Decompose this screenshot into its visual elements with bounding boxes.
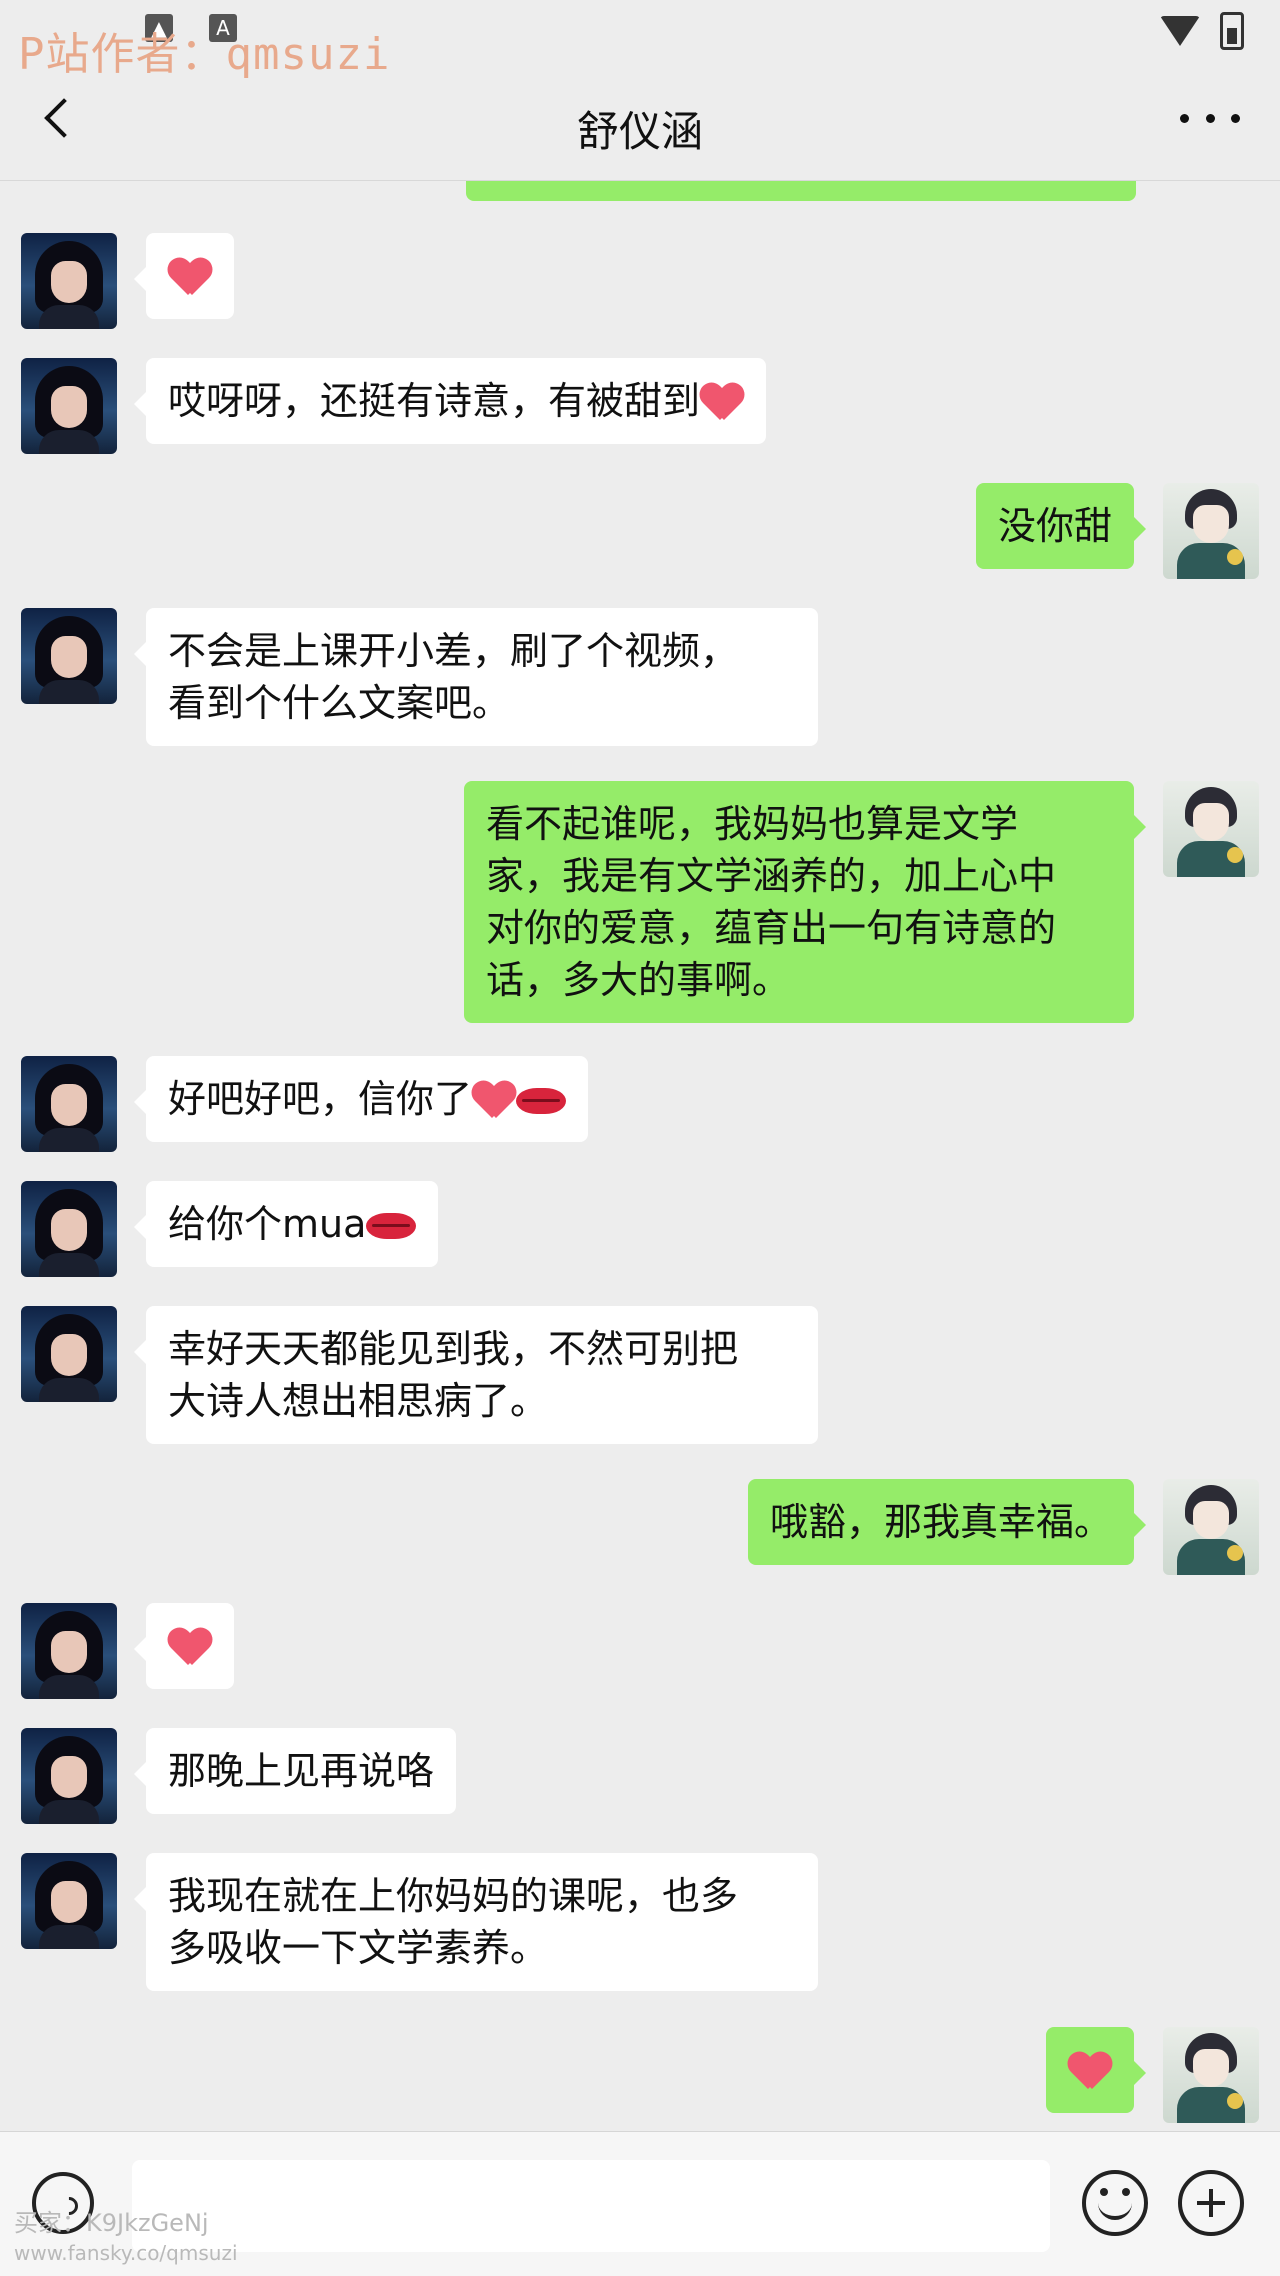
partial-sent-bubble	[466, 181, 1136, 201]
page-title: 舒仪涵	[576, 107, 703, 156]
heart-emoji-icon	[168, 1627, 212, 1667]
contact-avatar[interactable]	[21, 358, 117, 454]
received-bubble[interactable]: 幸好天天都能见到我，不然可别把 大诗人想出相思病了。	[134, 1306, 818, 1444]
chat-header: 舒仪涵	[0, 70, 1280, 181]
watermark-text: P站作者：qmsuzi	[18, 29, 391, 80]
heart-emoji-icon	[168, 257, 212, 297]
wifi-icon	[1160, 16, 1200, 46]
watermark-code: 买家：K9JkzGeNj	[14, 2209, 209, 2237]
status-bar	[1160, 12, 1244, 50]
contact-avatar[interactable]	[21, 1603, 117, 1699]
sent-bubble[interactable]: 没你甜	[975, 483, 1147, 569]
contact-avatar[interactable]	[21, 1056, 117, 1152]
message-list[interactable]: 哎呀呀，还挺有诗意，有被甜到 没你甜 不会是上课开小差，刷了个视频， 看到个什么…	[0, 181, 1280, 2131]
contact-avatar[interactable]	[21, 1181, 117, 1277]
my-avatar[interactable]	[1163, 2027, 1259, 2123]
my-avatar[interactable]	[1163, 781, 1259, 877]
lips-emoji-icon	[516, 1088, 567, 1114]
sent-bubble[interactable]: 哦豁，那我真幸福。	[747, 1479, 1147, 1565]
lips-emoji-icon	[366, 1213, 417, 1239]
received-bubble[interactable]: 哎呀呀，还挺有诗意，有被甜到	[133, 358, 767, 444]
emoji-icon[interactable]	[1082, 2170, 1148, 2236]
heart-emoji-icon	[472, 1080, 516, 1120]
contact-avatar[interactable]	[21, 1853, 117, 1949]
received-bubble[interactable]: 那晚上见再说咯	[133, 1728, 457, 1814]
my-avatar[interactable]	[1163, 483, 1259, 579]
watermark-url: www.fansky.co/qmsuzi	[14, 2241, 238, 2265]
received-bubble[interactable]: 给你个mua	[133, 1181, 439, 1267]
battery-icon	[1220, 12, 1244, 50]
message-input[interactable]	[132, 2160, 1050, 2252]
sent-bubble[interactable]: 看不起谁呢，我妈妈也算是文学 家，我是有文学涵养的，加上心中 对你的爱意，蕴育出…	[464, 781, 1146, 1023]
more-dots-icon[interactable]	[1180, 98, 1240, 138]
received-bubble[interactable]: 好吧好吧，信你了	[133, 1056, 589, 1142]
contact-avatar[interactable]	[21, 233, 117, 329]
my-avatar[interactable]	[1163, 1479, 1259, 1575]
heart-emoji-icon	[700, 382, 744, 422]
sent-bubble[interactable]	[1046, 2027, 1146, 2113]
plus-icon[interactable]	[1178, 2170, 1244, 2236]
contact-avatar[interactable]	[21, 608, 117, 704]
contact-avatar[interactable]	[21, 1306, 117, 1402]
received-bubble[interactable]: 我现在就在上你妈妈的课呢，也多 多吸收一下文学素养。	[134, 1853, 818, 1991]
watermark-bottom: 买家：K9JkzGeNj www.fansky.co/qmsuzi	[14, 2208, 238, 2268]
received-bubble[interactable]	[134, 1603, 234, 1689]
received-bubble[interactable]	[134, 233, 234, 319]
contact-avatar[interactable]	[21, 1728, 117, 1824]
heart-emoji-icon	[1068, 2051, 1112, 2091]
received-bubble[interactable]: 不会是上课开小差，刷了个视频， 看到个什么文案吧。	[134, 608, 818, 746]
